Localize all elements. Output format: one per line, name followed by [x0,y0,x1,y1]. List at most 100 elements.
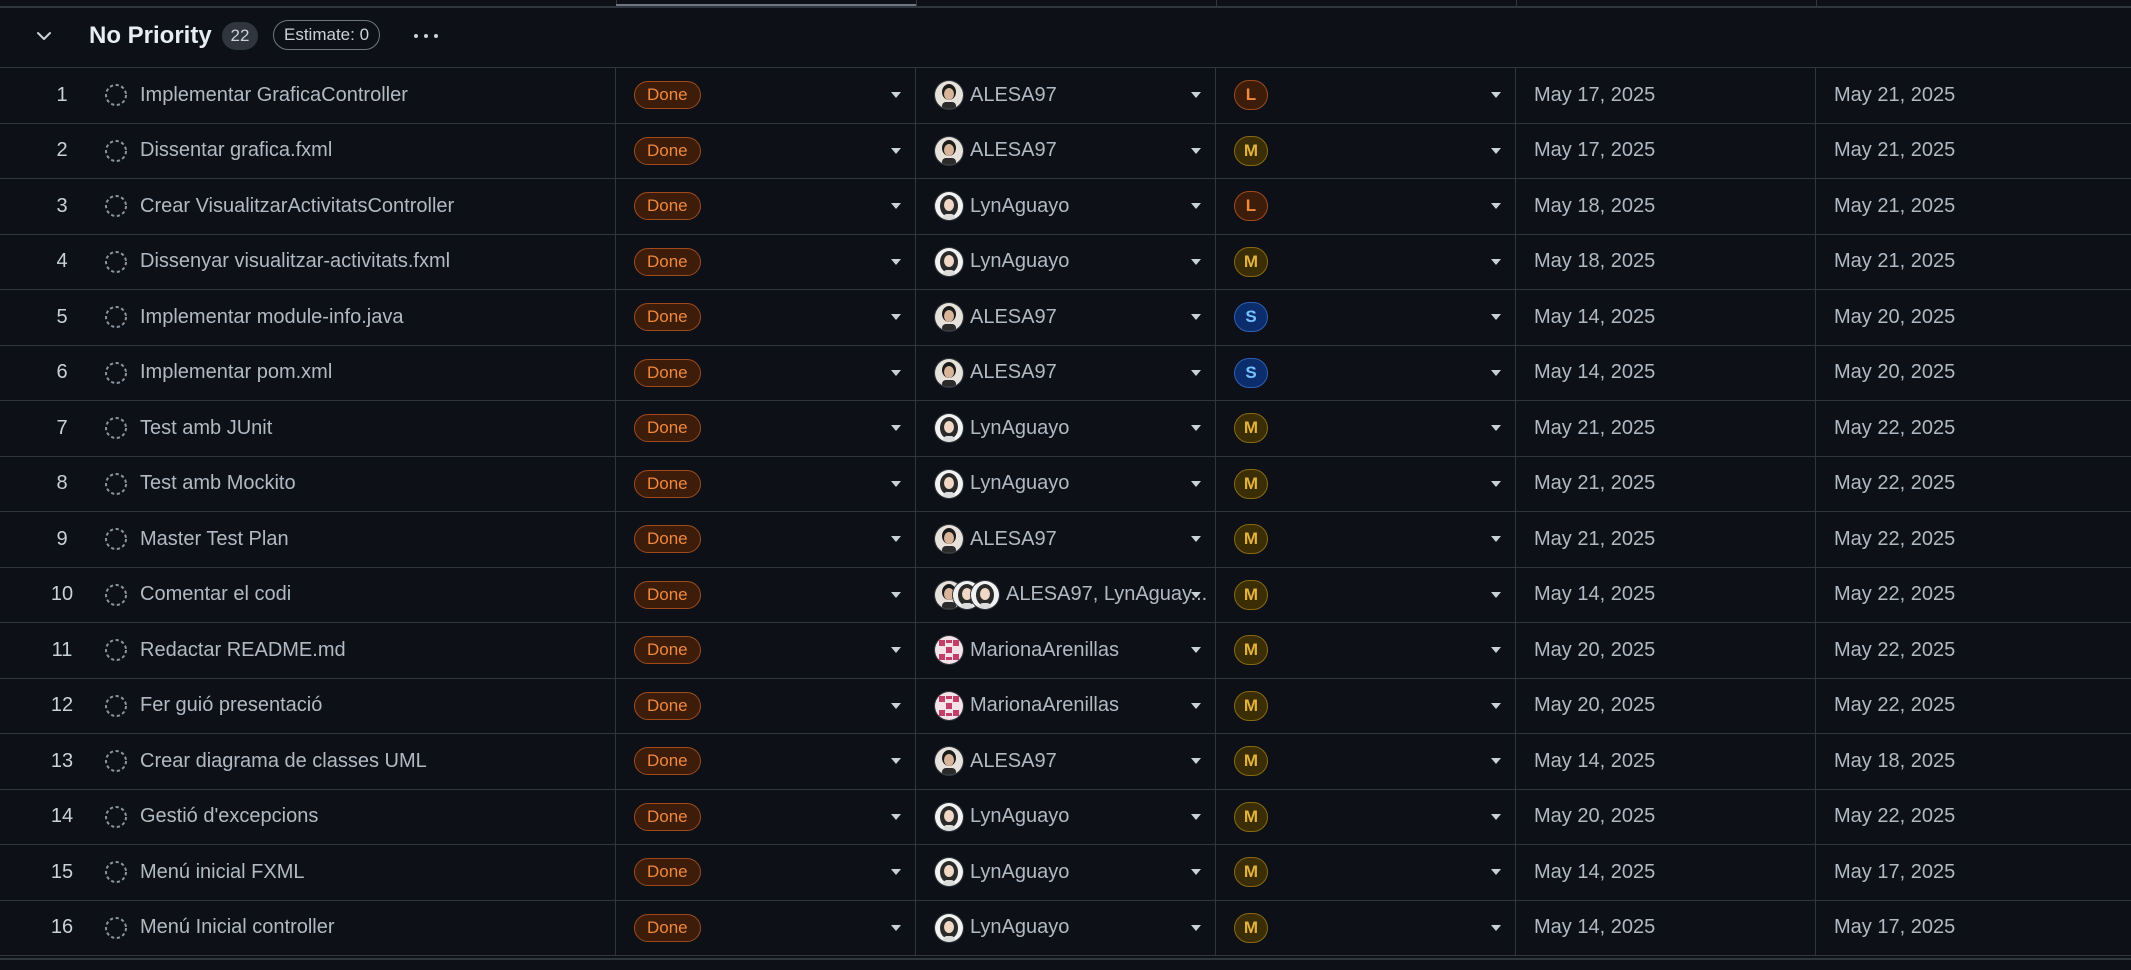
triangle-down-icon[interactable] [1191,758,1201,765]
table-row[interactable]: 7 Test amb JUnit Done LynAguayo M May 21… [0,401,2131,457]
size-cell[interactable]: M [1216,456,1516,511]
size-cell[interactable]: L [1216,68,1516,123]
item-title[interactable]: Test amb JUnit [140,417,272,440]
item-title-cell[interactable]: Test amb Mockito [104,456,616,511]
triangle-down-icon[interactable] [1191,536,1201,543]
start-date-cell[interactable]: May 14, 2025 [1516,290,1816,345]
triangle-down-icon[interactable] [891,147,901,154]
status-cell[interactable]: Done [616,68,916,123]
item-title-cell[interactable]: Implementar pom.xml [104,345,616,400]
end-date-cell[interactable]: May 20, 2025 [1816,290,2131,345]
item-title[interactable]: Test amb Mockito [140,472,296,495]
triangle-down-icon[interactable] [891,480,901,487]
collapse-group-button[interactable] [30,22,58,50]
size-cell[interactable]: M [1216,401,1516,456]
size-cell[interactable]: M [1216,900,1516,955]
triangle-down-icon[interactable] [1491,702,1501,709]
table-row[interactable]: 10 Comentar el codi Done ALESA97, LynAgu… [0,567,2131,623]
size-cell[interactable]: M [1216,567,1516,622]
item-title[interactable]: Comentar el codi [140,583,291,606]
item-title[interactable]: Menú Inicial controller [140,916,335,939]
start-date-cell[interactable]: May 20, 2025 [1516,678,1816,733]
end-date-cell[interactable]: May 22, 2025 [1816,457,2131,512]
assignees-cell[interactable]: LynAguayo [916,789,1216,844]
assignees-cell[interactable]: LynAguayo [916,456,1216,511]
table-row[interactable]: 1 Implementar GraficaController Done ALE… [0,68,2131,124]
status-cell[interactable]: Done [616,567,916,622]
status-cell[interactable]: Done [616,179,916,234]
assignees-cell[interactable]: LynAguayo [916,179,1216,234]
triangle-down-icon[interactable] [1491,258,1501,265]
end-date-cell[interactable]: May 21, 2025 [1816,68,2131,123]
assignees-cell[interactable]: ALESA97 [916,68,1216,123]
table-row[interactable]: 13 Crear diagrama de classes UML Done AL… [0,734,2131,790]
triangle-down-icon[interactable] [1191,480,1201,487]
item-title-cell[interactable]: Menú Inicial controller [104,900,616,955]
item-title-cell[interactable]: Test amb JUnit [104,401,616,456]
start-date-cell[interactable]: May 21, 2025 [1516,401,1816,456]
triangle-down-icon[interactable] [1191,203,1201,210]
triangle-down-icon[interactable] [1191,369,1201,376]
table-row[interactable]: 5 Implementar module-info.java Done ALES… [0,290,2131,346]
end-date-cell[interactable]: May 22, 2025 [1816,401,2131,456]
start-date-cell[interactable]: May 18, 2025 [1516,179,1816,234]
item-title-cell[interactable]: Menú inicial FXML [104,845,616,900]
triangle-down-icon[interactable] [1491,92,1501,99]
size-cell[interactable]: M [1216,512,1516,567]
triangle-down-icon[interactable] [1191,813,1201,820]
triangle-down-icon[interactable] [891,425,901,432]
triangle-down-icon[interactable] [1191,147,1201,154]
end-date-cell[interactable]: May 22, 2025 [1816,512,2131,567]
assignees-cell[interactable]: ALESA97 [916,345,1216,400]
assignees-cell[interactable]: ALESA97 [916,123,1216,178]
assignees-cell[interactable]: ALESA97 [916,290,1216,345]
item-title-cell[interactable]: Crear VisualitzarActivitatsController [104,179,616,234]
start-date-cell[interactable]: May 21, 2025 [1516,456,1816,511]
table-row[interactable]: 14 Gestió d'excepcions Done LynAguayo M … [0,789,2131,845]
item-title-cell[interactable]: Dissenyar visualitzar-activitats.fxml [104,234,616,289]
size-cell[interactable]: L [1216,179,1516,234]
triangle-down-icon[interactable] [1491,924,1501,931]
item-title[interactable]: Dissentar grafica.fxml [140,139,332,162]
triangle-down-icon[interactable] [1491,147,1501,154]
triangle-down-icon[interactable] [891,258,901,265]
end-date-cell[interactable]: May 21, 2025 [1816,235,2131,290]
triangle-down-icon[interactable] [891,369,901,376]
triangle-down-icon[interactable] [1491,314,1501,321]
table-row[interactable]: 4 Dissenyar visualitzar-activitats.fxml … [0,234,2131,290]
start-date-cell[interactable]: May 17, 2025 [1516,123,1816,178]
assignees-cell[interactable]: MarionaArenillas [916,678,1216,733]
triangle-down-icon[interactable] [1491,425,1501,432]
assignees-cell[interactable]: LynAguayo [916,401,1216,456]
item-title-cell[interactable]: Implementar module-info.java [104,290,616,345]
item-title[interactable]: Redactar README.md [140,639,346,662]
triangle-down-icon[interactable] [891,647,901,654]
table-row[interactable]: 3 Crear VisualitzarActivitatsController … [0,179,2131,235]
triangle-down-icon[interactable] [891,924,901,931]
triangle-down-icon[interactable] [1491,869,1501,876]
start-date-cell[interactable]: May 20, 2025 [1516,789,1816,844]
start-date-cell[interactable]: May 14, 2025 [1516,845,1816,900]
item-title-cell[interactable]: Redactar README.md [104,623,616,678]
status-cell[interactable]: Done [616,123,916,178]
item-title[interactable]: Implementar pom.xml [140,361,332,384]
size-cell[interactable]: M [1216,623,1516,678]
item-title-cell[interactable]: Gestió d'excepcions [104,789,616,844]
item-title[interactable]: Implementar module-info.java [140,306,403,329]
triangle-down-icon[interactable] [1191,702,1201,709]
assignees-cell[interactable]: LynAguayo [916,845,1216,900]
triangle-down-icon[interactable] [1491,480,1501,487]
item-title[interactable]: Master Test Plan [140,528,289,551]
item-title[interactable]: Menú inicial FXML [140,861,305,884]
status-cell[interactable]: Done [616,456,916,511]
start-date-cell[interactable]: May 18, 2025 [1516,234,1816,289]
triangle-down-icon[interactable] [1191,924,1201,931]
assignees-cell[interactable]: LynAguayo [916,234,1216,289]
triangle-down-icon[interactable] [1191,647,1201,654]
end-date-cell[interactable]: May 21, 2025 [1816,124,2131,179]
status-cell[interactable]: Done [616,734,916,789]
triangle-down-icon[interactable] [891,314,901,321]
size-cell[interactable]: M [1216,734,1516,789]
status-cell[interactable]: Done [616,623,916,678]
triangle-down-icon[interactable] [891,591,901,598]
